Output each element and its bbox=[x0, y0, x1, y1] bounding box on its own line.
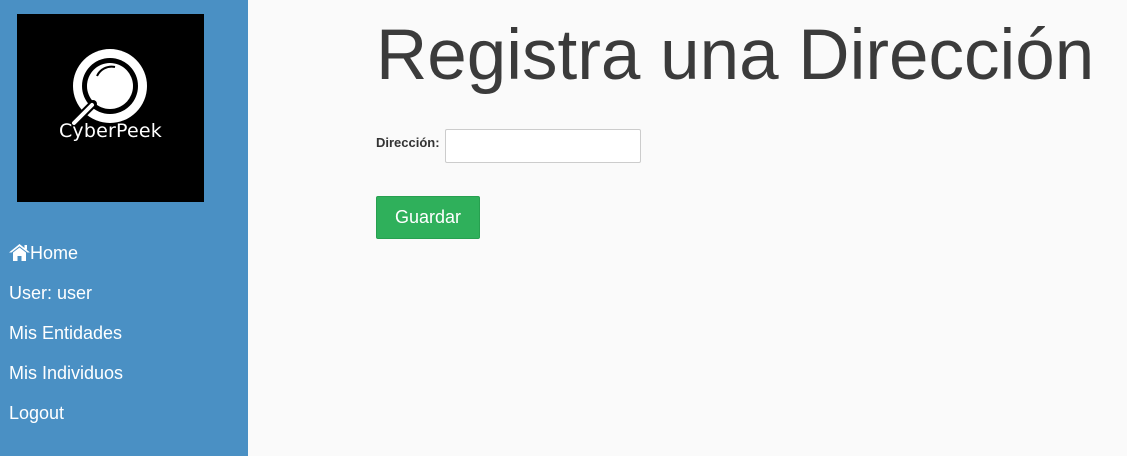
sidebar-nav: Home User: user Mis Entidades Mis Indivi… bbox=[9, 240, 123, 440]
sidebar-item-logout[interactable]: Logout bbox=[9, 400, 123, 440]
sidebar-item-home[interactable]: Home bbox=[9, 240, 123, 280]
sidebar-item-label: Mis Individuos bbox=[9, 363, 124, 383]
save-button[interactable]: Guardar bbox=[376, 196, 480, 239]
brand-name: CyberPeek bbox=[58, 120, 163, 142]
sidebar-item-label: Logout bbox=[9, 403, 65, 423]
sidebar-item-label: Home bbox=[30, 243, 79, 263]
sidebar-item-user[interactable]: User: user bbox=[9, 280, 123, 320]
brand-logo[interactable]: CyberPeek bbox=[17, 14, 204, 202]
magnifier-icon bbox=[69, 49, 147, 128]
sidebar-item-label: User: user bbox=[9, 283, 93, 303]
address-input[interactable] bbox=[445, 129, 641, 163]
home-icon bbox=[9, 244, 30, 261]
sidebar-item-label: Mis Entidades bbox=[9, 323, 123, 343]
sidebar-item-mis-entidades[interactable]: Mis Entidades bbox=[9, 320, 123, 360]
page-title: Registra una Dirección bbox=[376, 16, 1095, 95]
main-content: Registra una Dirección Dirección: Guarda… bbox=[248, 0, 1127, 456]
address-label: Dirección: bbox=[376, 135, 440, 150]
sidebar: CyberPeek Home User: user Mis Entidades … bbox=[0, 0, 248, 456]
sidebar-item-mis-individuos[interactable]: Mis Individuos bbox=[9, 360, 123, 400]
